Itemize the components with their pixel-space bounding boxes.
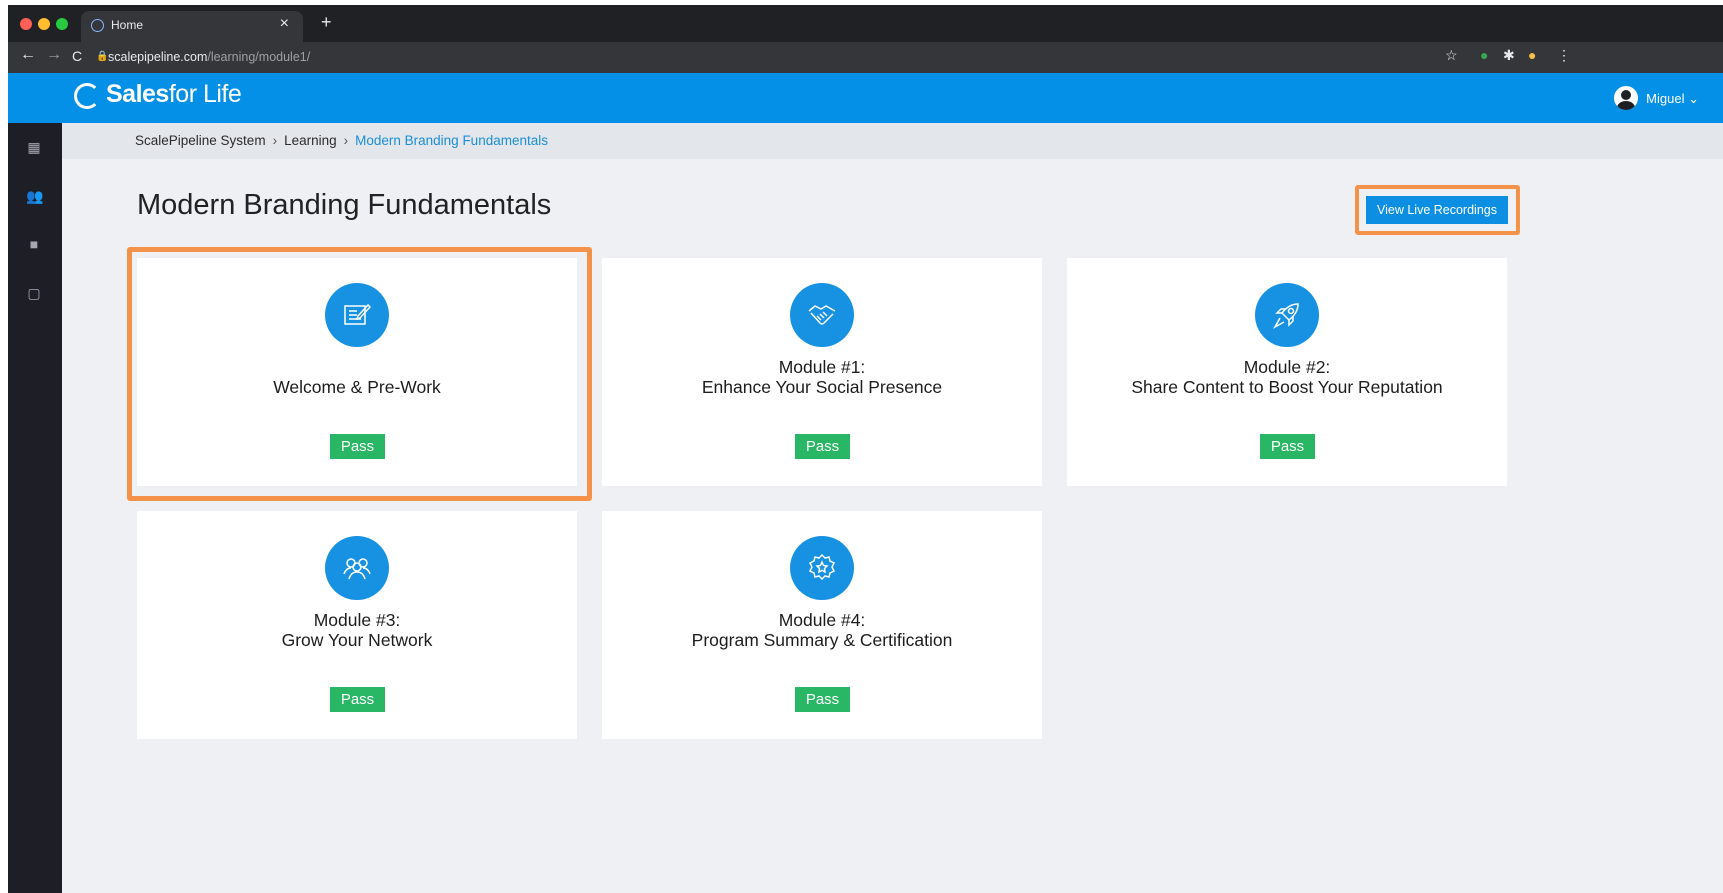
menu-dots-icon[interactable]: ⋮ bbox=[1557, 47, 1571, 64]
module-number: Module #3: bbox=[313, 610, 401, 630]
status-badge: Pass bbox=[795, 687, 850, 712]
module-title: Share Content to Boost Your Reputation bbox=[1131, 377, 1443, 397]
breadcrumb-separator: › bbox=[343, 133, 349, 148]
app-header: Salesfor Life Miguel ⌄ bbox=[8, 73, 1723, 123]
sidebar: ▦ 👥 ■ ▢ bbox=[8, 123, 62, 893]
people-group-icon bbox=[325, 536, 389, 600]
handshake-icon bbox=[790, 283, 854, 347]
logo-ring-icon bbox=[74, 83, 100, 109]
forward-icon[interactable]: → bbox=[46, 46, 62, 64]
main-content: ScalePipeline System › Learning › Modern Bra… bbox=[62, 123, 1723, 893]
user-avatar-icon bbox=[1614, 86, 1639, 110]
address-bar: ← → C 🔒 scalepipeline.com/learning/modul… bbox=[8, 42, 1723, 73]
people-icon[interactable]: 👥 bbox=[26, 189, 43, 203]
back-icon[interactable]: ← bbox=[20, 46, 36, 64]
profile-avatar-icon[interactable]: ● bbox=[1528, 47, 1536, 63]
module-card-3[interactable]: Module #3: Grow Your Network Pass bbox=[137, 511, 577, 739]
bookmark-star-icon[interactable]: ☆ bbox=[1445, 47, 1458, 64]
dashboard-icon[interactable]: ▦ bbox=[26, 140, 42, 154]
tab-bar: Home × + bbox=[8, 5, 1723, 42]
user-menu[interactable]: Miguel ⌄ bbox=[1614, 86, 1699, 110]
module-number: Module #2: bbox=[1243, 357, 1331, 377]
status-badge: Pass bbox=[795, 434, 850, 459]
module-title: Grow Your Network bbox=[281, 630, 433, 650]
url-domain: scalepipeline.com bbox=[108, 50, 208, 64]
module-card-4[interactable]: Module #4: Program Summary & Certificati… bbox=[602, 511, 1042, 739]
breadcrumb-item-learning[interactable]: Learning bbox=[284, 133, 337, 148]
highlight-box bbox=[127, 247, 592, 501]
close-window-button[interactable] bbox=[20, 18, 32, 30]
video-camera-icon[interactable]: ■ bbox=[26, 237, 42, 251]
browser-window: Home × + ← → C 🔒 scalepipeline.com/learn… bbox=[8, 5, 1723, 893]
breadcrumb-separator: › bbox=[272, 133, 278, 148]
award-badge-icon bbox=[790, 536, 854, 600]
reload-icon[interactable]: C bbox=[72, 48, 82, 64]
status-badge: Pass bbox=[1260, 434, 1315, 459]
breadcrumb: ScalePipeline System › Learning › Modern Bra… bbox=[62, 123, 1723, 159]
salesforlife-logo[interactable]: Salesfor Life bbox=[74, 80, 242, 109]
url-path: /learning/module1/ bbox=[207, 50, 311, 64]
minimize-window-button[interactable] bbox=[38, 18, 50, 30]
extension-icon[interactable]: ● bbox=[1480, 47, 1488, 63]
rocket-icon bbox=[1255, 283, 1319, 347]
tab-close-button[interactable]: × bbox=[280, 15, 289, 33]
chevron-down-icon: ⌄ bbox=[1688, 91, 1699, 106]
module-number: Module #4: bbox=[778, 610, 866, 630]
module-number: Module #1: bbox=[778, 357, 866, 377]
logo-text-bold: Sales bbox=[106, 80, 169, 108]
user-name: Miguel bbox=[1646, 91, 1685, 106]
url-field[interactable]: scalepipeline.com/learning/module1/ bbox=[108, 50, 310, 64]
tab-title: Home bbox=[111, 18, 144, 32]
loading-icon bbox=[91, 19, 104, 32]
browser-tab[interactable]: Home × bbox=[81, 11, 303, 42]
view-live-recordings-button[interactable]: View Live Recordings bbox=[1366, 196, 1508, 224]
module-card-1[interactable]: Module #1: Enhance Your Social Presence … bbox=[602, 258, 1042, 486]
breadcrumb-current: Modern Branding Fundamentals bbox=[355, 133, 548, 148]
module-title: Program Summary & Certification bbox=[691, 630, 953, 650]
module-title: Enhance Your Social Presence bbox=[701, 377, 943, 397]
logo-text-thin: for Life bbox=[168, 80, 242, 108]
lock-icon: 🔒 bbox=[96, 51, 109, 62]
new-tab-button[interactable]: + bbox=[321, 12, 332, 33]
puzzle-extensions-icon[interactable]: ✱ bbox=[1503, 47, 1515, 64]
inbox-icon[interactable]: ▢ bbox=[26, 286, 42, 300]
breadcrumb-item-system[interactable]: ScalePipeline System bbox=[135, 133, 266, 148]
module-card-2[interactable]: Module #2: Share Content to Boost Your R… bbox=[1067, 258, 1507, 486]
page-title: Modern Branding Fundamentals bbox=[137, 189, 552, 221]
maximize-window-button[interactable] bbox=[56, 18, 68, 30]
status-badge: Pass bbox=[330, 687, 385, 712]
